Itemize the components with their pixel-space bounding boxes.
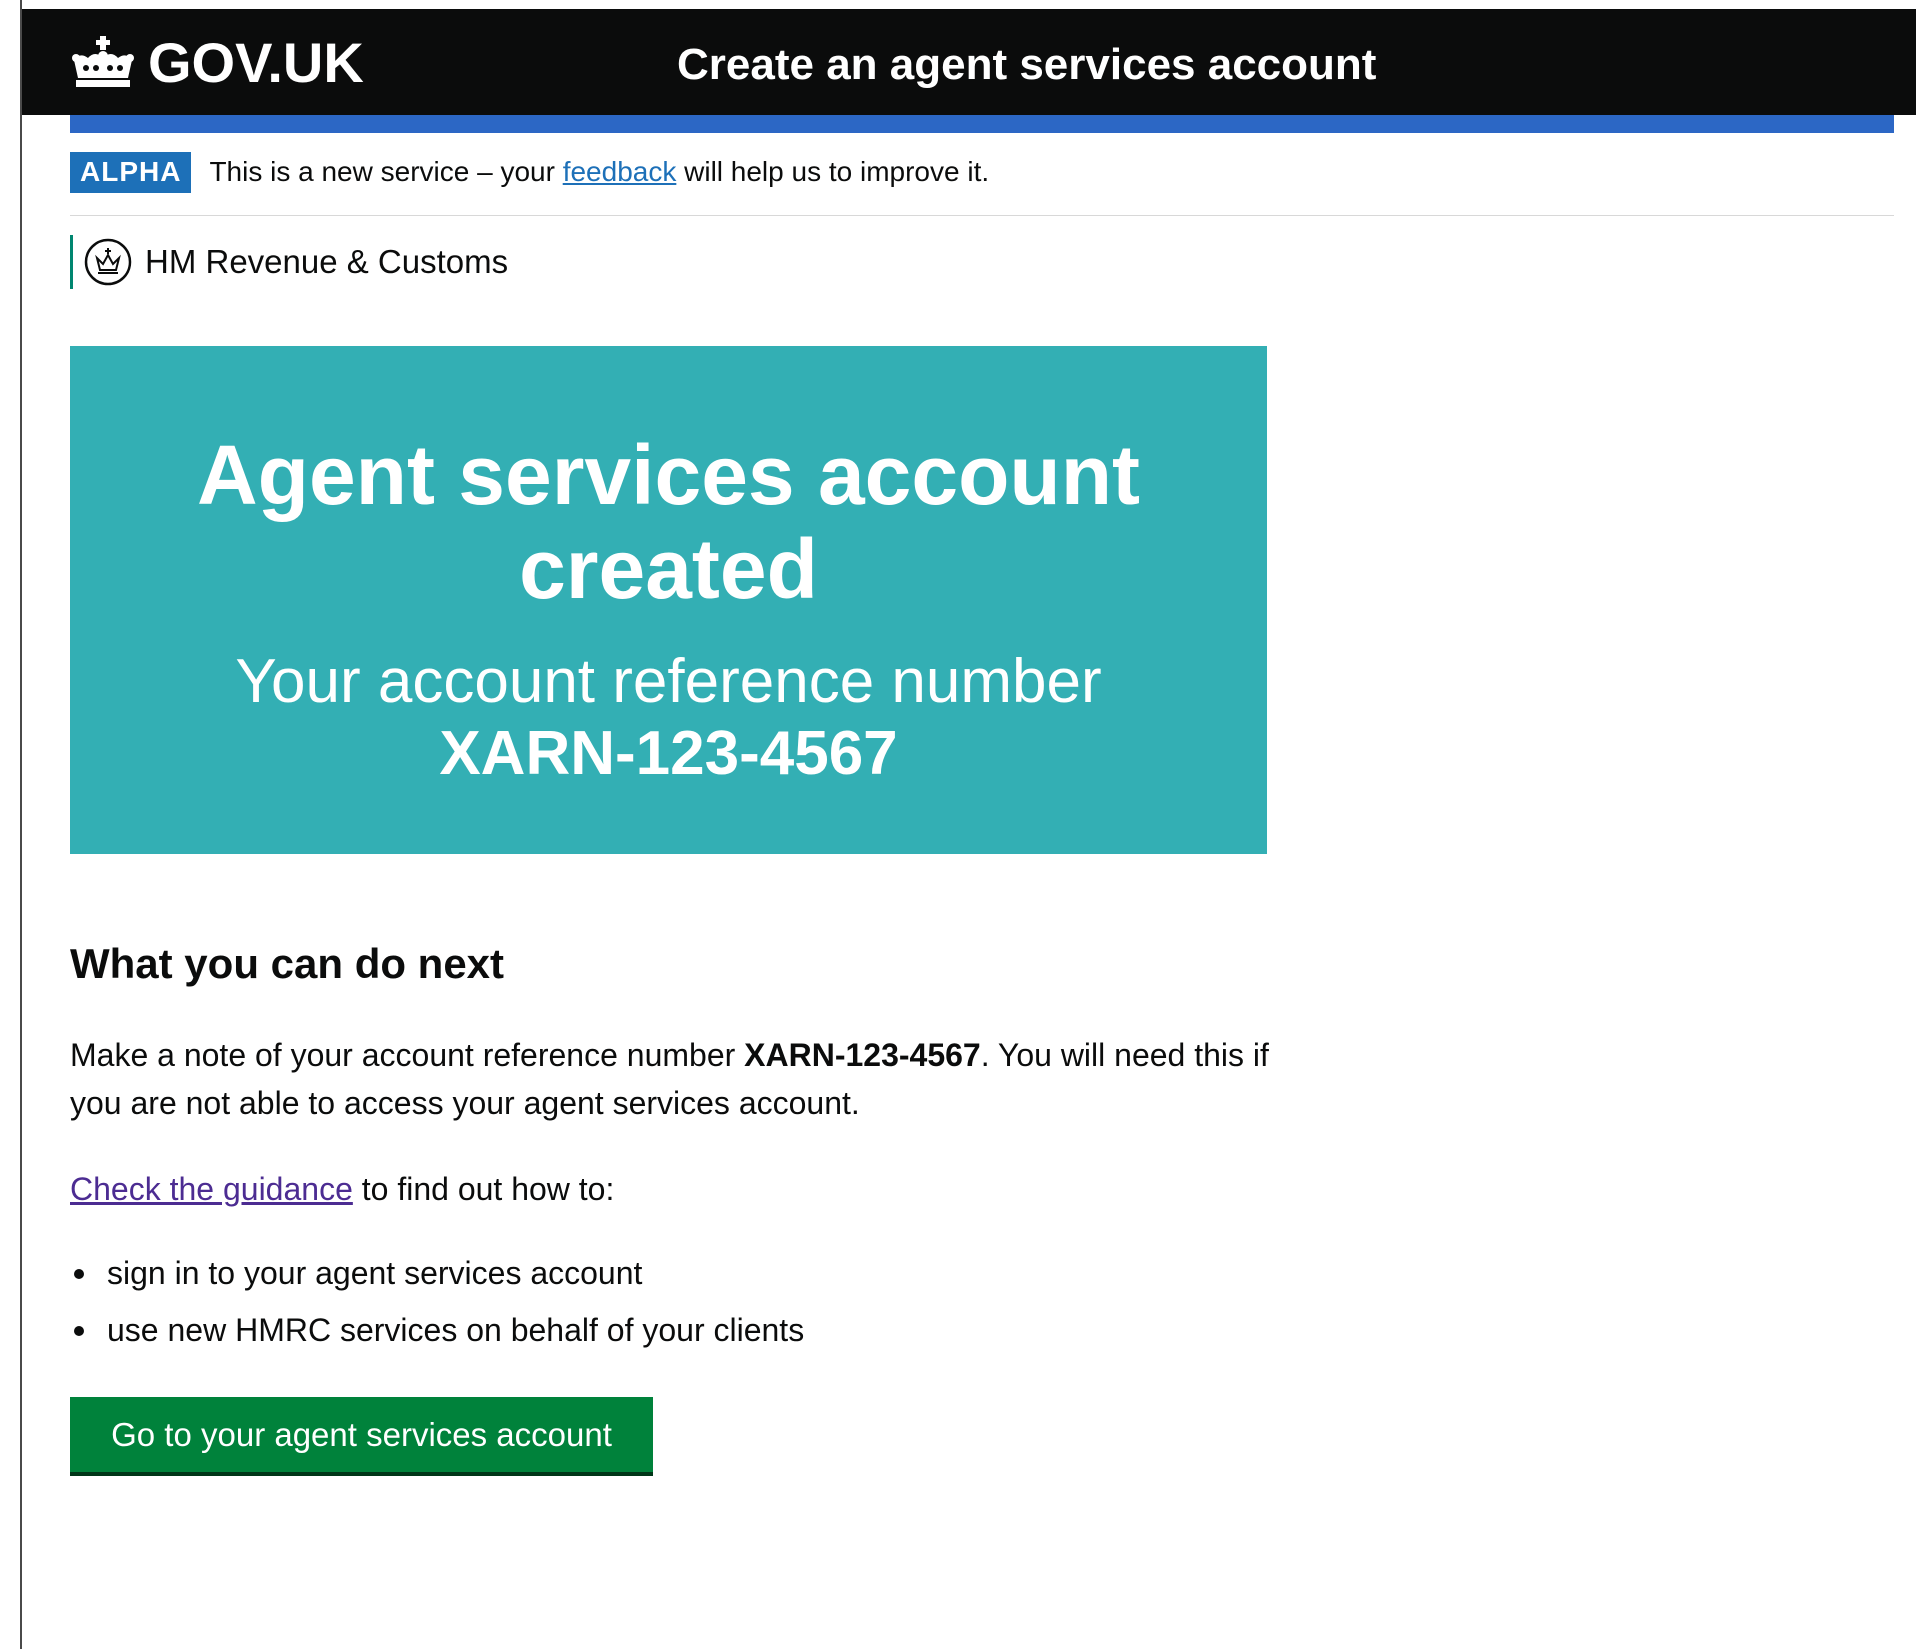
guidance-text-after: to find out how to:	[352, 1171, 615, 1207]
panel-reference-number: XARN-123-4567	[439, 719, 898, 788]
confirmation-panel: Agent services account created Your acco…	[70, 346, 1267, 854]
reference-note-paragraph: Make a note of your account reference nu…	[70, 1031, 1270, 1127]
header-blue-bar	[70, 115, 1894, 133]
go-to-account-button[interactable]: Go to your agent services account	[70, 1397, 653, 1472]
phase-banner: ALPHA This is a new service – your feedb…	[70, 152, 1894, 216]
panel-body: Your account reference number XARN-123-4…	[70, 646, 1267, 790]
phase-text-after: will help us to improve it.	[676, 156, 990, 187]
list-item-text: sign in to your agent services account	[107, 1255, 643, 1291]
phase-text-before: This is a new service – your	[209, 156, 563, 187]
govuk-logo-link[interactable]: GOV.UK	[68, 33, 364, 93]
check-guidance-link[interactable]: Check the guidance	[70, 1171, 353, 1207]
list-item-text: use new HMRC services on behalf of your …	[107, 1312, 805, 1348]
para1-text-before: Make a note of your account reference nu…	[70, 1037, 745, 1073]
feedback-link[interactable]: feedback	[563, 156, 677, 187]
next-steps-heading: What you can do next	[70, 940, 505, 987]
phase-banner-text: This is a new service – your feedback wi…	[209, 152, 989, 192]
top-gap	[0, 0, 1916, 9]
panel-reference-label: Your account reference number	[235, 647, 1102, 716]
panel-title: Agent services account created	[196, 428, 1141, 616]
department-name: HM Revenue & Customs	[145, 243, 509, 280]
window-left-edge	[0, 0, 22, 1649]
bullet-icon	[74, 1326, 84, 1336]
hmrc-crest-icon	[83, 237, 133, 287]
page: GOV.UK Create an agent services account …	[0, 0, 1916, 1649]
crown-icon	[68, 34, 138, 92]
govuk-logo-text: GOV.UK	[148, 31, 364, 94]
bullet-icon	[74, 1269, 84, 1279]
next-steps-list: sign in to your agent services account u…	[70, 1249, 804, 1363]
list-item: sign in to your agent services account	[70, 1249, 804, 1297]
govuk-header: GOV.UK Create an agent services account	[22, 9, 1916, 115]
guidance-paragraph: Check the guidance to find out how to:	[70, 1165, 614, 1213]
para1-reference: XARN-123-4567	[744, 1037, 981, 1073]
phase-tag: ALPHA	[70, 152, 192, 193]
department-branding: HM Revenue & Customs	[70, 235, 508, 289]
list-item: use new HMRC services on behalf of your …	[70, 1306, 804, 1354]
service-name-link[interactable]: Create an agent services account	[677, 39, 1376, 91]
